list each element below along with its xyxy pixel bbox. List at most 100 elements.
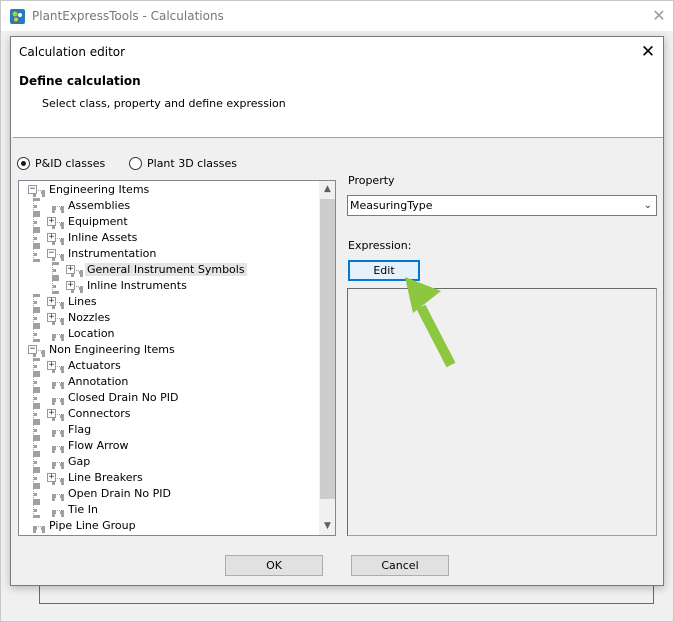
radio-pid-label: P&ID classes — [35, 156, 106, 170]
tree-item-label: Closed Drain No PID — [68, 391, 179, 404]
expand-icon[interactable]: + — [47, 297, 56, 306]
tree-connector — [52, 430, 64, 434]
tree-item[interactable]: Tie In — [66, 502, 100, 518]
tree-connector — [33, 502, 37, 518]
tree-item[interactable]: Non Engineering Items — [47, 342, 177, 358]
outer-titlebar: PlantExpressTools - Calculations ✕ — [1, 1, 673, 31]
outer-window-title: PlantExpressTools - Calculations — [32, 9, 224, 23]
tree-item-label: Line Breakers — [68, 471, 143, 484]
tree-item-label: Pipe Line Group — [49, 519, 136, 532]
tree-connector — [52, 494, 64, 498]
expand-icon[interactable]: + — [47, 313, 56, 322]
tree-item[interactable]: Pipe Line Group — [47, 518, 138, 534]
tree-connector — [33, 454, 37, 470]
dialog-title: Calculation editor — [19, 45, 126, 59]
tree-item[interactable]: Engineering Items — [47, 182, 151, 198]
tree-item[interactable]: Flow Arrow — [66, 438, 130, 454]
radio-plant3d-label: Plant 3D classes — [147, 156, 237, 170]
tree-item-label: Instrumentation — [68, 247, 157, 260]
tree-item-label: Open Drain No PID — [68, 487, 171, 500]
tree-item-label: Engineering Items — [49, 183, 150, 196]
tree-scrollbar[interactable]: ▲ ▼ — [319, 181, 335, 535]
tree-connector — [52, 446, 64, 450]
tree-item[interactable]: Actuators — [66, 358, 123, 374]
tree-item-label: Location — [68, 327, 115, 340]
radio-pid-classes[interactable]: P&ID classes — [17, 156, 105, 170]
collapse-icon[interactable]: − — [47, 249, 56, 258]
tree-connector — [33, 310, 37, 326]
tree-item-label: Lines — [68, 295, 97, 308]
tree-item[interactable]: Open Drain No PID — [66, 486, 173, 502]
tree-item[interactable]: General Instrument Symbols — [85, 262, 247, 278]
expand-icon[interactable]: + — [47, 217, 56, 226]
tree-connector — [33, 406, 37, 422]
tree-item-label: Flow Arrow — [68, 439, 129, 452]
expand-icon[interactable]: + — [66, 281, 75, 290]
tree-item-label: Connectors — [68, 407, 131, 420]
tree-item[interactable]: Nozzles — [66, 310, 112, 326]
expand-icon[interactable]: + — [47, 473, 56, 482]
tree-item[interactable]: Assemblies — [66, 198, 132, 214]
header-title: Define calculation — [19, 74, 141, 88]
tree-connector — [33, 486, 37, 502]
ok-button[interactable]: OK — [225, 555, 323, 576]
expand-icon[interactable]: + — [47, 361, 56, 370]
tree-connector — [33, 390, 37, 406]
tree-connector — [52, 334, 64, 338]
tree-connector — [33, 422, 37, 438]
radio-pid-indicator[interactable] — [17, 156, 30, 170]
tree-item[interactable]: Equipment — [66, 214, 130, 230]
tree-connector — [52, 510, 64, 514]
tree-connector — [33, 246, 37, 262]
collapse-icon[interactable]: − — [28, 185, 37, 194]
radio-plant3d-classes[interactable]: Plant 3D classes — [129, 156, 237, 170]
header-subtitle: Select class, property and define expres… — [42, 97, 286, 110]
tree-item[interactable]: Gap — [66, 454, 92, 470]
tree-item[interactable]: Connectors — [66, 406, 132, 422]
app-icon — [10, 9, 25, 24]
tree-item-label: Tie In — [68, 503, 98, 516]
tree-item-label: Actuators — [68, 359, 121, 372]
outer-close-icon[interactable]: ✕ — [649, 6, 669, 26]
scroll-down-icon[interactable]: ▼ — [319, 518, 335, 535]
property-select[interactable]: MeasuringType ⌄ — [347, 195, 657, 216]
tree-item[interactable]: Location — [66, 326, 117, 342]
tree-connector — [52, 462, 64, 466]
tree-connector — [33, 214, 37, 230]
tree-item-label: Gap — [68, 455, 91, 468]
tree-connector — [52, 206, 64, 210]
header-divider — [13, 137, 663, 138]
tree-item-label: Flag — [68, 423, 92, 436]
scroll-thumb[interactable] — [320, 199, 335, 499]
scroll-up-icon[interactable]: ▲ — [319, 181, 335, 198]
tree-item[interactable]: Annotation — [66, 374, 130, 390]
tree-item-label: Inline Instruments — [87, 279, 187, 292]
tree-item[interactable]: Lines — [66, 294, 99, 310]
tree-item-label: General Instrument Symbols — [85, 263, 247, 276]
tree-item[interactable]: Flag — [66, 422, 93, 438]
property-label: Property — [348, 174, 395, 187]
tree-item-label: Nozzles — [68, 311, 111, 324]
tree-item[interactable]: Closed Drain No PID — [66, 390, 181, 406]
tree-connector — [33, 198, 37, 214]
collapse-icon[interactable]: − — [28, 345, 37, 354]
expand-icon[interactable]: + — [66, 265, 75, 274]
cancel-button[interactable]: Cancel — [351, 555, 449, 576]
tree-item[interactable]: Instrumentation — [66, 246, 158, 262]
dialog-close-icon[interactable]: ✕ — [637, 41, 659, 63]
expression-label: Expression: — [348, 239, 412, 252]
expand-icon[interactable]: + — [47, 409, 56, 418]
property-value: MeasuringType — [350, 199, 433, 212]
radio-plant3d-indicator[interactable] — [129, 156, 142, 170]
tree-item[interactable]: Inline Instruments — [85, 278, 189, 294]
tree-item[interactable]: Inline Assets — [66, 230, 139, 246]
tree-connector — [33, 526, 45, 530]
tree-connector — [52, 398, 64, 402]
tree-item-label: Assemblies — [68, 199, 131, 212]
tree-item-label: Inline Assets — [68, 231, 138, 244]
tree-item[interactable]: Line Breakers — [66, 470, 145, 486]
dialog-header: Define calculation Select class, propert… — [11, 67, 663, 137]
expand-icon[interactable]: + — [47, 233, 56, 242]
expression-area — [347, 288, 657, 536]
class-tree[interactable]: Engineering Items − Assemblies Equipment + In… — [18, 180, 336, 536]
